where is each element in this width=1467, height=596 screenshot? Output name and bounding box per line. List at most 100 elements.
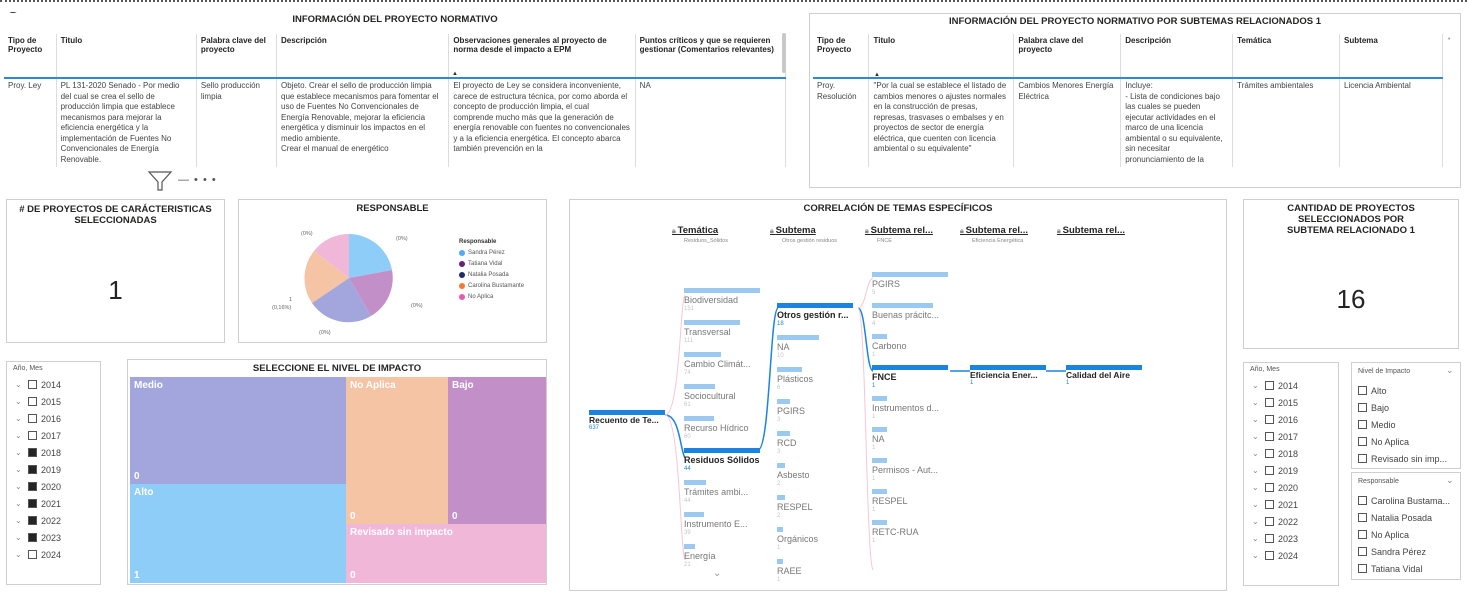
- decomp-bar[interactable]: [777, 495, 785, 500]
- year-option[interactable]: ⌄ 2021: [1252, 496, 1298, 513]
- chevron-down-icon[interactable]: ⌄: [1252, 517, 1261, 526]
- decomp-node[interactable]: PGIRS: [777, 406, 805, 416]
- checkbox[interactable]: [28, 499, 37, 508]
- decomp-bar[interactable]: [872, 365, 948, 370]
- checkbox[interactable]: [28, 397, 37, 406]
- chevron-down-icon[interactable]: ⌄: [15, 499, 24, 508]
- checkbox[interactable]: [1358, 496, 1367, 505]
- chevron-down-icon[interactable]: ⌄: [15, 414, 24, 423]
- table-row[interactable]: Proy. Ley PL 131-2020 Senado - Por medio…: [4, 78, 787, 167]
- col-header[interactable]: Titulo: [56, 34, 197, 79]
- decomp-bar[interactable]: [872, 489, 887, 494]
- checkbox[interactable]: [1358, 386, 1367, 395]
- decomp-bar[interactable]: [872, 334, 887, 339]
- decomp-node[interactable]: Plásticos: [777, 374, 813, 384]
- more-options-icon[interactable]: — • • •: [178, 174, 217, 186]
- slicer-option[interactable]: Revisado sin imp...: [1358, 450, 1447, 467]
- year-option[interactable]: ⌄ 2015: [15, 393, 61, 410]
- year-option[interactable]: ⌄ 2024: [1252, 547, 1298, 564]
- decomp-node[interactable]: RESPEL: [872, 496, 908, 506]
- year-option[interactable]: ⌄ 2014: [15, 376, 61, 393]
- decomp-bar[interactable]: [872, 458, 887, 463]
- checkbox[interactable]: [1265, 381, 1274, 390]
- chevron-down-icon[interactable]: ⌄: [1446, 365, 1454, 376]
- checkbox[interactable]: [1358, 437, 1367, 446]
- chevron-down-icon[interactable]: ⌄: [15, 516, 24, 525]
- treemap-tile-noaplica[interactable]: No Aplica 0: [346, 377, 448, 524]
- chevron-down-icon[interactable]: ⌄: [1252, 432, 1261, 441]
- decomp-node[interactable]: Eficiencia Ener... 1: [970, 365, 1046, 386]
- scroll-indicator[interactable]: •: [1448, 36, 1450, 43]
- decomp-bar[interactable]: [684, 480, 706, 485]
- col-header[interactable]: Subtema: [1339, 34, 1443, 79]
- chevron-down-icon[interactable]: ⌄: [15, 397, 24, 406]
- chevron-down-icon[interactable]: ⌄: [713, 568, 721, 579]
- decomp-level-header[interactable]: 🔒︎ Subtema rel...: [865, 225, 933, 236]
- chevron-down-icon[interactable]: ⌄: [1252, 466, 1261, 475]
- decomp-bar[interactable]: [684, 448, 760, 453]
- checkbox[interactable]: [28, 533, 37, 542]
- decomp-node[interactable]: Instrumento E...: [684, 519, 748, 529]
- decomp-node[interactable]: RESPEL: [777, 502, 813, 512]
- checkbox[interactable]: [1265, 449, 1274, 458]
- chevron-down-icon[interactable]: ⌄: [1252, 381, 1261, 390]
- year-option[interactable]: ⌄ 2020: [1252, 479, 1298, 496]
- decomp-node[interactable]: Permisos - Aut...: [872, 465, 938, 475]
- checkbox[interactable]: [1358, 564, 1367, 573]
- decomp-bar[interactable]: [777, 431, 790, 436]
- slicer-option[interactable]: No Aplica: [1358, 526, 1450, 543]
- checkbox[interactable]: [28, 465, 37, 474]
- chevron-down-icon[interactable]: ⌄: [1252, 415, 1261, 424]
- checkbox[interactable]: [1358, 530, 1367, 539]
- col-header[interactable]: Descripción: [1120, 34, 1234, 79]
- legend-item[interactable]: Natalia Posada: [459, 269, 524, 280]
- treemap-tile-alto[interactable]: Alto 1: [130, 484, 346, 583]
- decomp-bar[interactable]: [684, 384, 715, 389]
- decomp-node[interactable]: Sociocultural: [684, 391, 736, 401]
- chevron-down-icon[interactable]: ⌄: [1252, 534, 1261, 543]
- decomp-node[interactable]: Recurso Hídrico: [684, 423, 749, 433]
- decomp-bar[interactable]: [777, 399, 790, 404]
- chevron-down-icon[interactable]: ⌄: [1446, 475, 1454, 486]
- year-option[interactable]: ⌄ 2023: [1252, 530, 1298, 547]
- year-option[interactable]: ⌄ 2017: [15, 427, 61, 444]
- decomp-bar[interactable]: [684, 288, 760, 293]
- slicer-option[interactable]: No Aplica: [1358, 433, 1447, 450]
- year-option[interactable]: ⌄ 2024: [15, 546, 61, 563]
- checkbox[interactable]: [1358, 547, 1367, 556]
- checkbox[interactable]: [1265, 551, 1274, 560]
- table1-scrollbar[interactable]: [782, 33, 786, 73]
- checkbox[interactable]: [1358, 420, 1367, 429]
- decomp-bar[interactable]: [684, 512, 704, 517]
- treemap-tile-revisado[interactable]: Revisado sin impacto 0: [346, 524, 546, 583]
- decomp-bar[interactable]: [684, 320, 740, 325]
- decomp-node[interactable]: Residuos Sólidos: [684, 455, 760, 465]
- decomp-bar[interactable]: [684, 416, 714, 421]
- decomp-node[interactable]: Cambio Climát...: [684, 359, 751, 369]
- decomp-bar[interactable]: [777, 463, 785, 468]
- decomp-bar[interactable]: [684, 352, 721, 357]
- slicer-option[interactable]: Medio: [1358, 416, 1447, 433]
- decomp-node[interactable]: Buenas prácitc...: [872, 310, 939, 320]
- decomp-bar[interactable]: [872, 520, 887, 525]
- col-header[interactable]: Tipo de Proyecto: [4, 34, 57, 79]
- col-header[interactable]: Descripción: [276, 34, 450, 79]
- year-option[interactable]: ⌄ 2019: [1252, 462, 1298, 479]
- treemap-tile-bajo[interactable]: Bajo 0: [448, 377, 546, 524]
- legend-item[interactable]: Carolina Bustamante: [459, 280, 524, 291]
- checkbox[interactable]: [28, 516, 37, 525]
- year-option[interactable]: ⌄ 2022: [15, 512, 61, 529]
- year-option[interactable]: ⌄ 2018: [15, 444, 61, 461]
- legend-item[interactable]: No Aplica: [459, 291, 524, 302]
- checkbox[interactable]: [1265, 483, 1274, 492]
- col-header[interactable]: Palabra clave del proyecto: [1013, 34, 1122, 79]
- chevron-down-icon[interactable]: ⌄: [15, 465, 24, 474]
- col-header[interactable]: Temática: [1232, 34, 1341, 79]
- decomp-level-header[interactable]: 🔒︎ Subtema: [770, 225, 816, 236]
- chevron-down-icon[interactable]: ⌄: [1252, 551, 1261, 560]
- chevron-down-icon[interactable]: ⌄: [15, 550, 24, 559]
- chevron-down-icon[interactable]: ⌄: [1252, 483, 1261, 492]
- checkbox[interactable]: [1265, 534, 1274, 543]
- decomp-node[interactable]: RETC-RUA: [872, 527, 919, 537]
- decomp-node[interactable]: Energía: [684, 551, 716, 561]
